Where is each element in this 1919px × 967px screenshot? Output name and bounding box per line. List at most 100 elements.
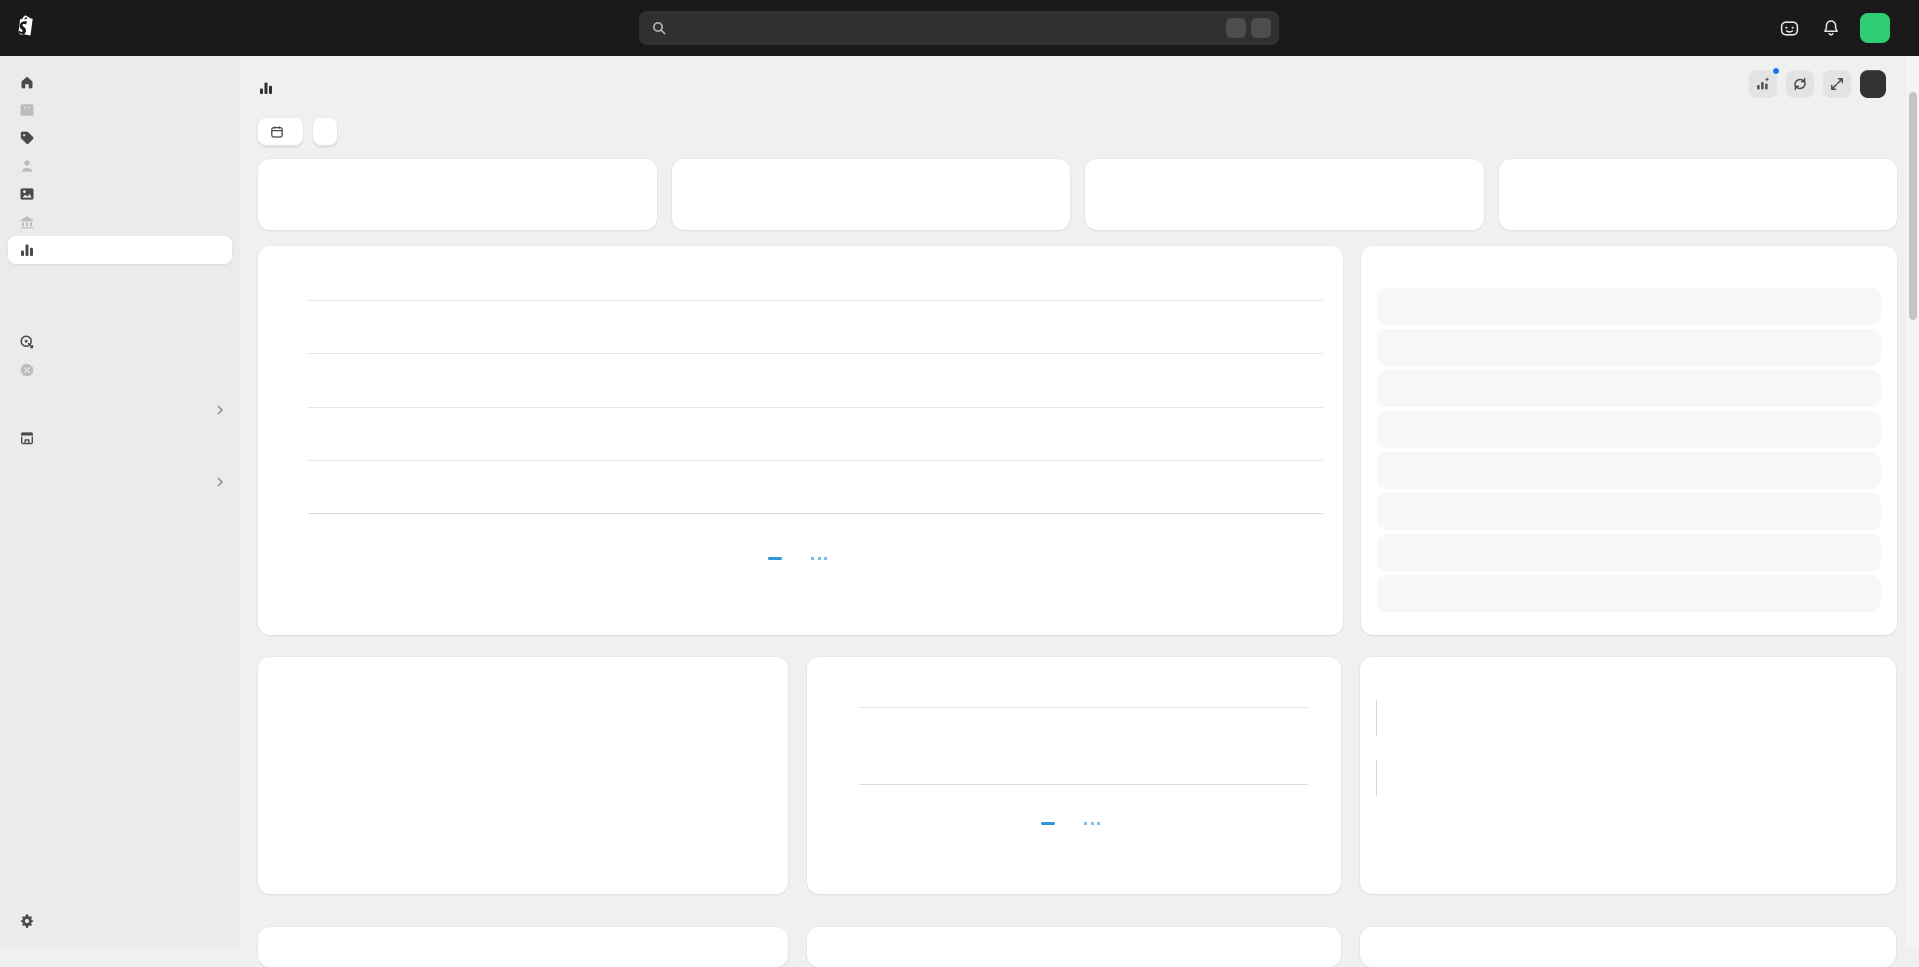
scrollbar-thumb[interactable] [1909,92,1917,320]
legend-line-swatch [768,557,782,560]
expand-button[interactable] [1823,70,1851,98]
conversion-rate-breakdown-card [1360,927,1896,967]
main-content [240,56,1908,947]
bell-icon [1821,18,1841,38]
media-icon [18,186,35,203]
insights-sparkle-icon [1755,76,1771,92]
legend-row [506,750,768,762]
sidebar-item-live-view[interactable] [8,292,232,320]
product-bar-group [1376,760,1880,796]
shopify-bag-icon [16,14,38,38]
sidebar-item-marketing[interactable] [8,328,232,356]
insights-button[interactable] [1749,70,1777,98]
sparkline-chart [970,185,1054,221]
y-axis-labels [278,300,308,514]
home-icon [18,74,35,91]
legend-swatch [506,729,518,741]
sparkline-chart [557,185,641,221]
breakdown-row [1377,493,1881,530]
avatar [1860,13,1890,43]
channel-legend [506,729,768,804]
sparkline-chart [1797,185,1881,221]
date-range-button[interactable] [258,118,303,146]
bar-chart-icon [18,242,35,259]
sidebar-item-analytics[interactable] [8,236,232,264]
customize-button[interactable] [1860,70,1886,98]
notification-dot [1772,67,1780,75]
search-icon [651,20,667,36]
legend-row [506,771,768,783]
ctrl-keycap [1226,18,1246,38]
legend-line-swatch [1041,822,1055,825]
legend-row [506,792,768,804]
sales-channels-section[interactable] [8,396,232,424]
breakdown-row [1377,370,1881,407]
line-chart [308,300,1323,514]
chart-legend [278,557,1323,560]
total-sales-over-time-card [258,246,1343,635]
line-chart [859,707,1308,785]
tag-icon [18,130,35,147]
topbar [0,0,1919,56]
average-order-value-card [807,657,1341,894]
breakdown-row [1377,452,1881,489]
sidebar-item-content[interactable] [8,180,232,208]
product-compare-value [1377,786,1880,796]
x-axis-labels [314,522,1333,537]
analytics-icon [258,80,274,96]
chevron-right-icon [214,476,226,488]
kpi-card-orders-fulfilled [1085,159,1484,230]
search-input[interactable] [639,11,1279,45]
sidekick-icon [1779,18,1800,39]
person-icon [18,158,35,175]
account-button[interactable] [1857,10,1909,46]
sidebar-item-home[interactable] [8,68,232,96]
compare-button[interactable] [313,118,337,146]
calendar-icon [270,125,284,139]
total-sales-breakdown-card [1361,246,1897,635]
storefront-icon [18,430,35,447]
chart-legend [823,822,1325,825]
sparkline-chart [1384,185,1468,221]
sidebar-item-orders[interactable] [8,96,232,124]
sidebar [0,56,240,947]
sidebar-item-finance[interactable] [8,208,232,236]
breakdown-row [1377,411,1881,448]
kpi-card-gross-sales [258,159,657,230]
total-sales-by-channel-card [258,657,788,894]
product-compare-value [1377,726,1880,736]
chevron-right-icon [214,404,226,416]
y-axis-labels [823,707,859,785]
sidebar-item-discounts[interactable] [8,356,232,384]
sidekick-button[interactable] [1773,12,1805,44]
legend-swatch [506,771,518,783]
k-keycap [1251,18,1271,38]
breakdown-row [1377,329,1881,366]
bank-icon [18,214,35,231]
sidebar-item-reports[interactable] [8,264,232,292]
x-axis-labels [865,792,1314,806]
legend-swatch [506,750,518,762]
notifications-button[interactable] [1815,12,1847,44]
legend-dotted-swatch [1084,822,1100,825]
discount-icon [18,362,35,379]
sidebar-item-customers[interactable] [8,152,232,180]
sidebar-item-settings[interactable] [8,907,232,935]
shopify-logo[interactable] [16,14,45,38]
legend-row [506,729,768,741]
kpi-card-returning-customer-rate [672,159,1071,230]
refresh-icon [1792,76,1808,92]
total-sales-by-product-card [1360,657,1896,894]
sidebar-item-online-store[interactable] [8,424,232,452]
breakdown-row [1377,288,1881,325]
sidebar-item-products[interactable] [8,124,232,152]
product-bar-group [1376,700,1880,736]
legend-dotted-swatch [811,557,827,560]
conversion-rate-over-time-card [807,927,1341,967]
refresh-button[interactable] [1786,70,1814,98]
donut-chart [301,705,471,875]
legend-swatch [506,792,518,804]
sessions-over-time-card [258,927,788,967]
apps-section[interactable] [8,468,232,496]
scrollbar-track[interactable] [1907,56,1919,947]
